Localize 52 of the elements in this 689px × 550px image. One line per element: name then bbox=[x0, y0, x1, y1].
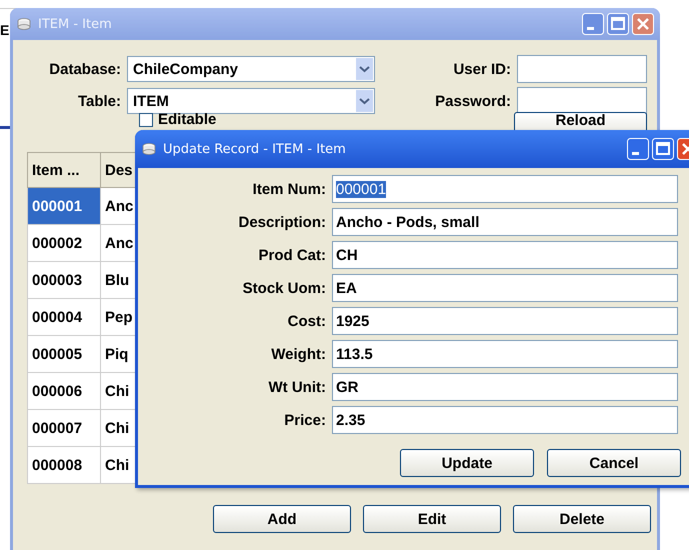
input-field[interactable] bbox=[517, 55, 647, 83]
dropdown[interactable]: ChileCompany bbox=[127, 56, 375, 82]
field-label: Stock Uom: bbox=[242, 280, 326, 296]
table-cell[interactable]: 000005 bbox=[28, 336, 100, 372]
checkbox[interactable] bbox=[139, 113, 153, 127]
field-label: Description: bbox=[237, 214, 326, 230]
table-cell[interactable]: 000002 bbox=[28, 224, 100, 262]
field-label: Database: bbox=[48, 60, 121, 78]
checkbox-label: Editable bbox=[158, 112, 216, 128]
input-field[interactable]: 113.5 bbox=[332, 340, 678, 368]
maximize-button[interactable] bbox=[652, 138, 674, 160]
action-button[interactable]: Delete bbox=[513, 505, 651, 533]
close-button[interactable] bbox=[632, 13, 654, 35]
input-field[interactable] bbox=[517, 87, 647, 115]
field-label: Wt Unit: bbox=[268, 378, 326, 396]
input-field[interactable]: CH bbox=[332, 241, 678, 269]
table-cell[interactable]: 000001 bbox=[28, 188, 100, 224]
dialog-button[interactable]: Update bbox=[400, 449, 534, 477]
input-field[interactable]: 000001 bbox=[332, 175, 678, 203]
column-header[interactable]: Item ... bbox=[28, 152, 100, 188]
database-icon bbox=[16, 18, 32, 30]
field-label: Weight: bbox=[270, 346, 326, 362]
input-field[interactable]: 2.35 bbox=[332, 406, 678, 434]
field-label: Prod Cat: bbox=[258, 246, 326, 264]
field-label: Password: bbox=[434, 92, 511, 110]
caret-icon bbox=[356, 90, 373, 112]
caret-icon bbox=[356, 58, 373, 80]
action-button[interactable]: Edit bbox=[363, 505, 501, 533]
window-title: ITEM - Item bbox=[38, 16, 113, 32]
table-cell[interactable]: 000006 bbox=[28, 372, 100, 410]
table-cell[interactable]: 000003 bbox=[28, 262, 100, 298]
input-field[interactable]: Ancho - Pods, small bbox=[332, 208, 678, 236]
database-icon bbox=[141, 143, 157, 155]
maximize-button[interactable] bbox=[607, 13, 629, 35]
input-field[interactable]: 1925 bbox=[332, 307, 678, 335]
minimize-button[interactable] bbox=[627, 138, 649, 160]
field-label: User ID: bbox=[452, 60, 511, 78]
field-label: Price: bbox=[283, 412, 326, 428]
dialog-title: Update Record - ITEM - Item bbox=[163, 142, 347, 156]
table-cell[interactable]: 000008 bbox=[28, 446, 100, 484]
dropdown[interactable]: ITEM bbox=[127, 88, 375, 114]
field-label: Item Num: bbox=[252, 180, 326, 198]
field-label: Cost: bbox=[286, 312, 326, 330]
input-field[interactable]: EA bbox=[332, 274, 678, 302]
input-field[interactable]: GR bbox=[332, 373, 678, 401]
dialog-button[interactable]: Cancel bbox=[547, 449, 681, 477]
action-button[interactable]: Add bbox=[213, 505, 351, 533]
table-cell[interactable]: 000004 bbox=[28, 298, 100, 336]
table-cell[interactable]: 000007 bbox=[28, 410, 100, 446]
field-label: Table: bbox=[76, 92, 121, 110]
background-window-text: E bbox=[0, 22, 10, 38]
minimize-button[interactable] bbox=[582, 13, 604, 35]
